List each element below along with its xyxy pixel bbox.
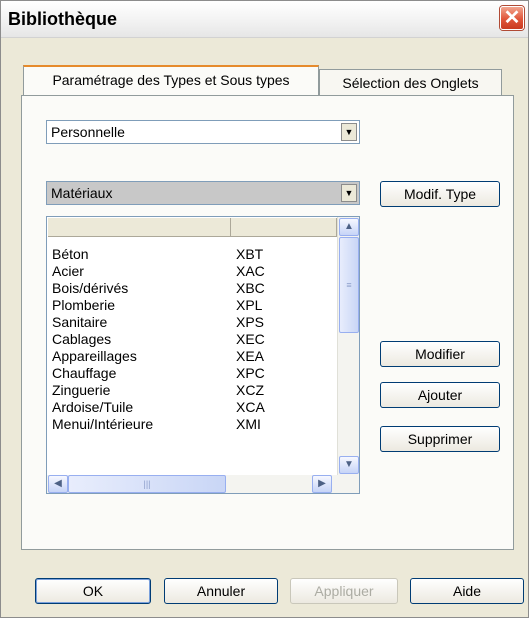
window-title: Bibliothèque	[8, 9, 117, 29]
arrow-right-icon[interactable]: ▶	[312, 475, 332, 493]
item-code: XPS	[236, 314, 265, 330]
item-name: Bois/dérivés	[52, 280, 129, 296]
item-name: Zinguerie	[52, 382, 111, 398]
types-list[interactable]: Béton XBT Acier XAC Bois/dérivés XBC Plo…	[46, 216, 360, 494]
arrow-left-icon[interactable]: ◀	[48, 475, 68, 493]
item-code: XCA	[236, 399, 265, 415]
category-select[interactable]: Matériaux ▼	[46, 181, 360, 205]
tab-selection-onglets[interactable]: Sélection des Onglets	[319, 69, 502, 95]
item-code: XCZ	[236, 382, 264, 398]
cancel-button[interactable]: Annuler	[164, 578, 278, 604]
apply-button[interactable]: Appliquer	[290, 578, 398, 604]
vertical-scrollbar[interactable]: ▲ ≡ ▼	[337, 217, 359, 475]
item-name: Chauffage	[52, 365, 117, 381]
category-select-value: Matériaux	[51, 185, 113, 201]
modif-type-button[interactable]: Modif. Type	[380, 181, 500, 207]
item-name: Cablages	[52, 331, 112, 347]
supprimer-button[interactable]: Supprimer	[380, 426, 500, 452]
ajouter-button[interactable]: Ajouter	[380, 382, 500, 408]
item-name: Ardoise/Tuile	[52, 399, 134, 415]
title-bar[interactable]: Bibliothèque ✕	[1, 1, 528, 38]
tab-label: Sélection des Onglets	[342, 75, 479, 91]
item-code: XBT	[236, 246, 264, 262]
scroll-thumb[interactable]: ≡	[339, 237, 359, 333]
item-name: Appareillages	[52, 348, 137, 364]
tab-parametrage[interactable]: Paramétrage des Types et Sous types	[23, 65, 319, 95]
item-code: XBC	[236, 280, 265, 296]
item-name: Plomberie	[52, 297, 116, 313]
item-name: Sanitaire	[52, 314, 108, 330]
bibliotheque-dialog: Bibliothèque ✕ Paramétrage des Types et …	[0, 0, 529, 618]
arrow-down-icon[interactable]: ▼	[339, 456, 359, 474]
item-code: XAC	[236, 263, 265, 279]
item-code: XEA	[236, 348, 265, 364]
column-header[interactable]	[231, 218, 337, 237]
library-select[interactable]: Personnelle ▼	[46, 120, 360, 144]
item-code: XEC	[236, 331, 265, 347]
scroll-thumb[interactable]: |||	[68, 475, 226, 493]
tab-label: Paramétrage des Types et Sous types	[52, 72, 290, 88]
item-code: XPC	[236, 365, 265, 381]
column-header[interactable]	[48, 218, 231, 237]
chevron-down-icon[interactable]: ▼	[341, 184, 357, 202]
modifier-button[interactable]: Modifier	[380, 341, 500, 367]
item-code: XMI	[236, 416, 261, 432]
ok-button[interactable]: OK	[35, 578, 151, 604]
item-name: Béton	[52, 246, 89, 262]
library-select-value: Personnelle	[51, 124, 125, 140]
close-icon: ✕	[503, 7, 521, 29]
item-name: Menui/Intérieure	[52, 416, 154, 432]
item-name: Acier	[52, 263, 84, 279]
item-code: XPL	[236, 297, 263, 313]
horizontal-scrollbar[interactable]: ◀ ||| ▶	[47, 475, 359, 493]
help-button[interactable]: Aide	[410, 578, 524, 604]
close-button[interactable]: ✕	[500, 6, 524, 30]
arrow-up-icon[interactable]: ▲	[339, 218, 359, 236]
chevron-down-icon[interactable]: ▼	[341, 123, 357, 141]
